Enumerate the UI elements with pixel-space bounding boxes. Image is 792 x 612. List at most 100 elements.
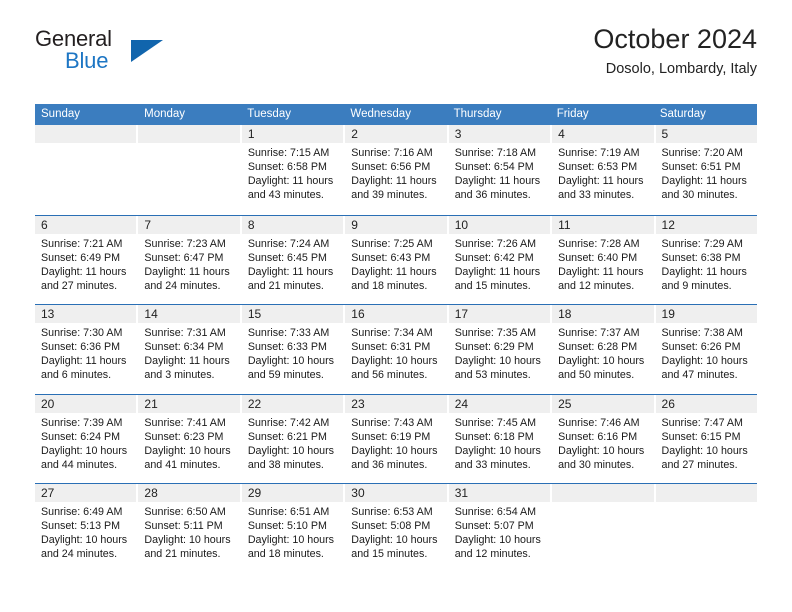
calendar-day-cell[interactable]: 23 Sunrise: 7:43 AM Sunset: 6:19 PM Dayligh…	[345, 394, 449, 483]
day-details: Sunrise: 7:15 AM Sunset: 6:58 PM Daylight:…	[242, 143, 343, 202]
daylight-text-line2: and 27 minutes.	[661, 458, 738, 471]
sunrise-text: Sunrise: 7:41 AM	[144, 416, 226, 429]
sunrise-text: Sunrise: 7:38 AM	[661, 327, 743, 339]
daylight-text-line2: and 44 minutes.	[41, 458, 118, 471]
calendar-day-cell[interactable]: 28 Sunrise: 6:50 AM Sunset: 5:11 PM Dayligh…	[138, 484, 242, 573]
day-details: Sunrise: 7:47 AM Sunset: 6:15 PM Daylight:…	[656, 413, 757, 472]
daylight-text-line1: Daylight: 11 hours	[351, 265, 437, 278]
calendar-day-cell[interactable]: 29 Sunrise: 6:51 AM Sunset: 5:10 PM Dayligh…	[241, 484, 346, 573]
calendar-weeks: 1 Sunrise: 7:15 AM Sunset: 6:58 PM Daylight…	[35, 125, 757, 573]
day-details: Sunrise: 6:53 AM Sunset: 5:08 PM Daylight:…	[345, 502, 446, 561]
calendar-day-cell[interactable]: 11 Sunrise: 7:28 AM Sunset: 6:40 PM Dayligh…	[552, 215, 656, 304]
daylight-text-line1: Daylight: 11 hours	[247, 265, 334, 278]
sunrise-text: Sunrise: 7:46 AM	[558, 416, 640, 429]
page-title: October 2024	[593, 24, 757, 54]
weekday-header-monday: Monday	[144, 108, 186, 120]
date-number-band: 15	[241, 305, 344, 323]
sunset-text: Sunset: 6:40 PM	[558, 251, 638, 264]
day-details	[138, 143, 239, 146]
calendar-day-cell[interactable]: 3 Sunrise: 7:18 AM Sunset: 6:54 PM Daylight…	[448, 125, 553, 215]
sunset-text: Sunset: 6:18 PM	[454, 430, 534, 443]
daylight-text-line2: and 36 minutes.	[454, 189, 531, 202]
daylight-text-line1: Daylight: 11 hours	[144, 355, 230, 368]
calendar-day-cell[interactable]: 27 Sunrise: 6:49 AM Sunset: 5:13 PM Dayligh…	[35, 484, 139, 573]
day-details: Sunrise: 7:28 AM Sunset: 6:40 PM Daylight:…	[552, 234, 653, 293]
sunrise-text: Sunrise: 6:49 AM	[41, 506, 123, 518]
brand-name-blue: Blue	[65, 48, 109, 73]
calendar-day-cell[interactable]: 26 Sunrise: 7:47 AM Sunset: 6:15 PM Dayligh…	[655, 394, 757, 483]
calendar-day-cell[interactable]: 1 Sunrise: 7:15 AM Sunset: 6:58 PM Daylight…	[241, 125, 346, 215]
calendar-day-cell[interactable]: 7 Sunrise: 7:23 AM Sunset: 6:47 PM Daylight…	[138, 215, 242, 304]
calendar-day-cell[interactable]: 12 Sunrise: 7:29 AM Sunset: 6:38 PM Dayligh…	[655, 215, 757, 304]
calendar-day-cell[interactable]: 14 Sunrise: 7:31 AM Sunset: 6:34 PM Dayligh…	[138, 305, 242, 394]
date-number-band: 23	[345, 394, 447, 413]
sunrise-text: Sunrise: 7:30 AM	[41, 327, 123, 339]
weekday-header-tuesday: Tuesday	[247, 108, 291, 120]
sunset-text: Sunset: 6:24 PM	[41, 430, 121, 443]
brand-logo[interactable]: General Blue	[35, 26, 275, 86]
date-number: 15	[247, 307, 262, 321]
day-details: Sunrise: 7:38 AM Sunset: 6:26 PM Daylight:…	[656, 323, 757, 382]
calendar-day-cell[interactable]: 25 Sunrise: 7:46 AM Sunset: 6:16 PM Dayligh…	[552, 394, 656, 483]
calendar-day-cell[interactable]: 4 Sunrise: 7:19 AM Sunset: 6:53 PM Daylight…	[552, 125, 656, 215]
calendar-day-cell[interactable]: 22 Sunrise: 7:42 AM Sunset: 6:21 PM Dayligh…	[241, 394, 346, 483]
date-number-band: 31	[448, 484, 551, 502]
daylight-text-line2: and 21 minutes.	[144, 548, 221, 561]
calendar-day-cell[interactable]: 13 Sunrise: 7:30 AM Sunset: 6:36 PM Dayligh…	[35, 305, 139, 394]
sunset-text: Sunset: 6:43 PM	[351, 251, 431, 264]
daylight-text-line1: Daylight: 10 hours	[454, 534, 541, 547]
sunset-text: Sunset: 6:19 PM	[351, 430, 431, 443]
calendar-day-cell[interactable]: 5 Sunrise: 7:20 AM Sunset: 6:51 PM Daylight…	[655, 125, 757, 215]
date-number-band: 24	[448, 394, 551, 413]
sunset-text: Sunset: 6:58 PM	[247, 161, 327, 174]
daylight-text-line1: Daylight: 11 hours	[661, 175, 747, 188]
calendar-day-cell[interactable]: 2 Sunrise: 7:16 AM Sunset: 6:56 PM Daylight…	[345, 125, 449, 215]
calendar-day-cell[interactable]: 19 Sunrise: 7:38 AM Sunset: 6:26 PM Dayligh…	[655, 305, 757, 394]
calendar-day-cell[interactable]: 17 Sunrise: 7:35 AM Sunset: 6:29 PM Dayligh…	[448, 305, 553, 394]
daylight-text-line1: Daylight: 11 hours	[41, 355, 127, 368]
date-number-band	[655, 484, 757, 502]
date-number-band: 2	[345, 125, 447, 143]
date-number: 7	[144, 217, 152, 232]
calendar-day-cell[interactable]: 24 Sunrise: 7:45 AM Sunset: 6:18 PM Dayligh…	[448, 394, 553, 483]
date-number: 2	[351, 127, 358, 141]
date-number: 8	[247, 217, 255, 232]
calendar-day-cell[interactable]: 8 Sunrise: 7:24 AM Sunset: 6:45 PM Daylight…	[241, 215, 346, 304]
daylight-text-line1: Daylight: 10 hours	[661, 444, 748, 457]
date-number-band: 7	[138, 215, 240, 234]
daylight-text-line2: and 24 minutes.	[144, 279, 221, 292]
sunrise-text: Sunrise: 7:26 AM	[454, 237, 537, 250]
calendar-day-cell[interactable]: 31 Sunrise: 6:54 AM Sunset: 5:07 PM Dayligh…	[448, 484, 553, 573]
day-details: Sunrise: 7:46 AM Sunset: 6:16 PM Daylight:…	[552, 413, 653, 472]
date-number-band: 22	[241, 394, 344, 413]
day-details: Sunrise: 7:43 AM Sunset: 6:19 PM Daylight:…	[345, 413, 446, 472]
sunrise-text: Sunrise: 7:24 AM	[247, 237, 330, 250]
calendar-day-cell[interactable]: 10 Sunrise: 7:26 AM Sunset: 6:42 PM Dayligh…	[448, 215, 553, 304]
daylight-text-line1: Daylight: 10 hours	[247, 444, 334, 457]
calendar-day-cell[interactable]: 21 Sunrise: 7:41 AM Sunset: 6:23 PM Dayligh…	[138, 394, 242, 483]
calendar-day-cell[interactable]: 15 Sunrise: 7:33 AM Sunset: 6:33 PM Dayligh…	[241, 305, 346, 394]
sunrise-text: Sunrise: 7:37 AM	[558, 327, 640, 339]
day-details: Sunrise: 7:37 AM Sunset: 6:28 PM Daylight:…	[552, 323, 653, 382]
date-number: 9	[351, 217, 358, 232]
day-details: Sunrise: 7:34 AM Sunset: 6:31 PM Daylight:…	[345, 323, 446, 382]
date-number-band: 28	[138, 484, 240, 502]
calendar-day-cell[interactable]: 16 Sunrise: 7:34 AM Sunset: 6:31 PM Dayligh…	[345, 305, 449, 394]
calendar-day-cell[interactable]: 18 Sunrise: 7:37 AM Sunset: 6:28 PM Dayligh…	[552, 305, 656, 394]
daylight-text-line2: and 36 minutes.	[351, 458, 428, 471]
calendar-day-cell[interactable]: 6 Sunrise: 7:21 AM Sunset: 6:49 PM Daylight…	[35, 215, 139, 304]
daylight-text-line2: and 30 minutes.	[661, 189, 738, 202]
calendar-day-cell[interactable]: 9 Sunrise: 7:25 AM Sunset: 6:43 PM Daylight…	[345, 215, 449, 304]
date-number: 4	[558, 127, 565, 141]
daylight-text-line2: and 56 minutes.	[351, 369, 428, 382]
daylight-text-line2: and 50 minutes.	[558, 369, 635, 382]
sunrise-text: Sunrise: 7:42 AM	[247, 416, 330, 429]
date-number-band: 29	[241, 484, 344, 502]
calendar-day-cell[interactable]: 30 Sunrise: 6:53 AM Sunset: 5:08 PM Dayligh…	[345, 484, 449, 573]
date-number-band: 5	[655, 125, 757, 143]
date-number-band: 17	[448, 305, 551, 323]
daylight-text-line1: Daylight: 10 hours	[247, 534, 334, 547]
date-number: 3	[454, 127, 462, 141]
calendar-day-cell[interactable]: 20 Sunrise: 7:39 AM Sunset: 6:24 PM Dayligh…	[35, 394, 139, 483]
date-number: 14	[144, 307, 158, 321]
